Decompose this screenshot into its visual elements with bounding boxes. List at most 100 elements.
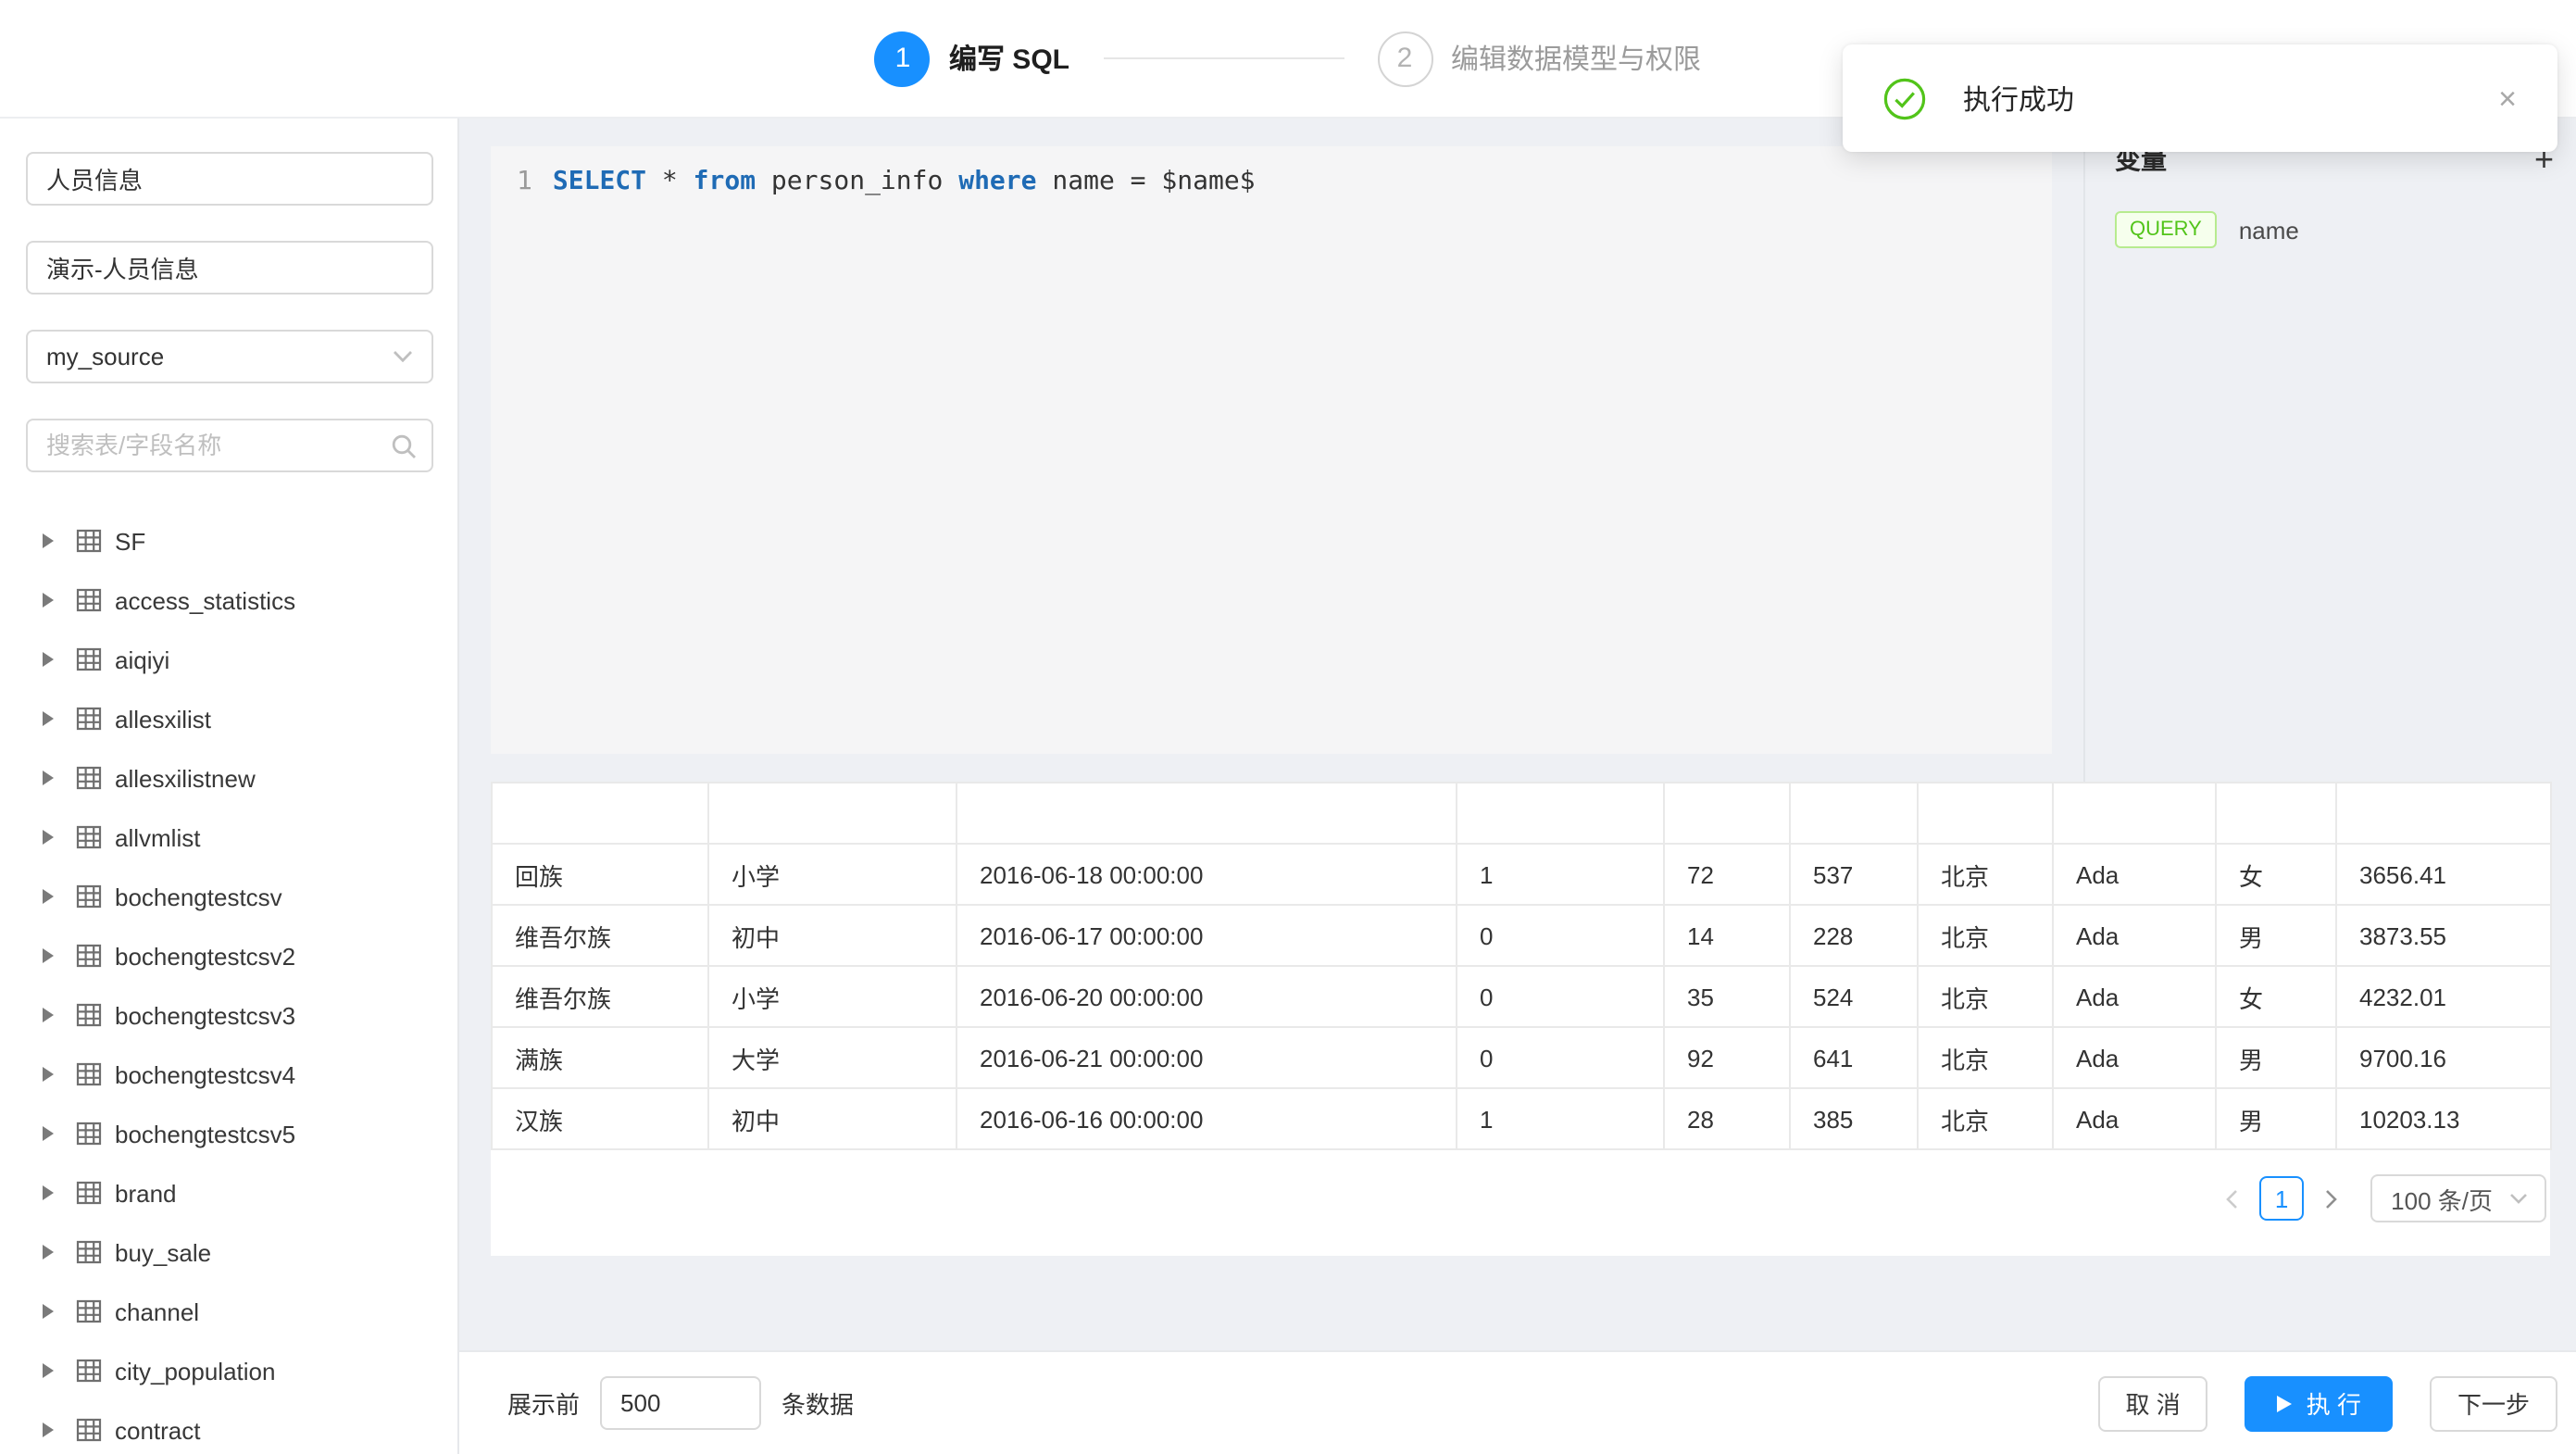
table-tree-item[interactable]: aiqiyi <box>26 630 431 689</box>
chevron-down-icon <box>2509 1193 2528 1204</box>
cell-name: Ada <box>2053 905 2216 966</box>
execute-button[interactable]: 执 行 <box>2245 1375 2393 1431</box>
cell-age: 14 <box>1664 905 1790 966</box>
table-tree: SF access_statistics aiqiyi <box>26 511 431 1454</box>
table-row[interactable]: 维吾尔族 小学 2016-06-20 00:00:00 0 35 524 北京 … <box>492 966 2551 1027</box>
table-icon <box>76 1358 102 1384</box>
next-step-button[interactable]: 下一步 <box>2430 1375 2557 1431</box>
table-row[interactable]: 满族 大学 2016-06-21 00:00:00 0 92 641 北京 Ad… <box>492 1027 2551 1088</box>
main-area: 1 SELECT * from person_info where name =… <box>459 119 2576 1454</box>
cell-sex: 男 <box>2216 905 2336 966</box>
table-tree-item[interactable]: bochengtestcsv5 <box>26 1104 431 1163</box>
table-tree-item[interactable]: access_statistics <box>26 570 431 630</box>
cell-nation: 满族 <box>492 1027 708 1088</box>
cell-salary: 3873.55 <box>2336 905 2551 966</box>
cell-sex: 男 <box>2216 1027 2336 1088</box>
table-tree-item[interactable]: bochengtestcsv <box>26 867 431 926</box>
model-name-input[interactable] <box>26 152 433 206</box>
caret-right-icon[interactable] <box>43 948 54 963</box>
caret-right-icon[interactable] <box>43 830 54 845</box>
page-size-select[interactable]: 100 条/页 <box>2370 1174 2546 1222</box>
toast-message: 执行成功 <box>1963 79 2498 118</box>
current-page[interactable]: 1 <box>2259 1176 2304 1221</box>
toast-close-button[interactable]: × <box>2498 82 2517 114</box>
cell-city: 北京 <box>1918 844 2053 905</box>
table-tree-item[interactable]: allesxilist <box>26 689 431 748</box>
datasource-select[interactable]: my_source <box>26 330 433 383</box>
table-name: bochengtestcsv2 <box>115 942 295 970</box>
column-header[interactable] <box>2053 783 2216 844</box>
table-row[interactable]: 汉族 初中 2016-06-16 00:00:00 1 28 385 北京 Ad… <box>492 1088 2551 1149</box>
step-1-label: 编写 SQL <box>949 39 1069 78</box>
table-tree-item[interactable]: bochengtestcsv2 <box>26 926 431 985</box>
sql-editor[interactable]: 1 SELECT * from person_info where name =… <box>491 146 2052 754</box>
cancel-button[interactable]: 取 消 <box>2097 1375 2207 1431</box>
caret-right-icon[interactable] <box>43 771 54 785</box>
table-tree-item[interactable]: SF <box>26 511 431 570</box>
table-tree-item[interactable]: contract <box>26 1400 431 1454</box>
row-limit-input[interactable] <box>600 1376 761 1430</box>
sql-text: name = $name$ <box>1037 167 1256 196</box>
next-page-button[interactable] <box>2315 1176 2348 1221</box>
caret-right-icon[interactable] <box>43 1067 54 1082</box>
cell-married: 1 <box>1457 844 1664 905</box>
results-table: 回族 小学 2016-06-18 00:00:00 1 72 537 北京 Ad… <box>491 782 2552 1150</box>
table-name: bochengtestcsv <box>115 883 282 910</box>
caret-right-icon[interactable] <box>43 711 54 726</box>
chevron-right-icon <box>2324 1188 2339 1209</box>
cell-id: 524 <box>1790 966 1918 1027</box>
step-2-number: 2 <box>1377 31 1432 86</box>
check-circle-icon <box>1883 77 1926 119</box>
chevron-down-icon <box>393 350 413 363</box>
table-tree-item[interactable]: city_population <box>26 1341 431 1400</box>
cell-id: 641 <box>1790 1027 1918 1088</box>
caret-right-icon[interactable] <box>43 652 54 667</box>
step-2-edit-model[interactable]: 2 编辑数据模型与权限 <box>1377 31 1701 86</box>
cell-nation: 汉族 <box>492 1088 708 1149</box>
model-display-name-input[interactable] <box>26 241 433 295</box>
column-header[interactable] <box>1664 783 1790 844</box>
table-tree-item[interactable]: brand <box>26 1163 431 1222</box>
caret-right-icon[interactable] <box>43 1185 54 1200</box>
column-header[interactable] <box>2336 783 2551 844</box>
caret-right-icon[interactable] <box>43 533 54 548</box>
caret-right-icon[interactable] <box>43 1423 54 1437</box>
cell-name: Ada <box>2053 844 2216 905</box>
cell-age: 92 <box>1664 1027 1790 1088</box>
column-header[interactable] <box>2216 783 2336 844</box>
table-tree-item[interactable]: allesxilistnew <box>26 748 431 808</box>
cell-birthday: 2016-06-18 00:00:00 <box>957 844 1457 905</box>
caret-right-icon[interactable] <box>43 1008 54 1022</box>
caret-right-icon[interactable] <box>43 1363 54 1378</box>
caret-right-icon[interactable] <box>43 1304 54 1319</box>
cell-birthday: 2016-06-20 00:00:00 <box>957 966 1457 1027</box>
caret-right-icon[interactable] <box>43 1126 54 1141</box>
cell-age: 35 <box>1664 966 1790 1027</box>
column-header[interactable] <box>492 783 708 844</box>
table-icon <box>76 646 102 672</box>
caret-right-icon[interactable] <box>43 593 54 608</box>
table-tree-item[interactable]: allvmlist <box>26 808 431 867</box>
table-tree-item[interactable]: buy_sale <box>26 1222 431 1282</box>
table-row[interactable]: 回族 小学 2016-06-18 00:00:00 1 72 537 北京 Ad… <box>492 844 2551 905</box>
prev-page-button[interactable] <box>2215 1176 2248 1221</box>
table-row[interactable]: 维吾尔族 初中 2016-06-17 00:00:00 0 14 228 北京 … <box>492 905 2551 966</box>
line-number: 1 <box>517 165 532 200</box>
column-header[interactable] <box>957 783 1457 844</box>
table-icon <box>76 1417 102 1443</box>
step-1-write-sql[interactable]: 1 编写 SQL <box>875 31 1069 86</box>
variable-item[interactable]: QUERY name <box>2115 211 2554 249</box>
table-tree-item[interactable]: bochengtestcsv4 <box>26 1045 431 1104</box>
caret-right-icon[interactable] <box>43 1245 54 1260</box>
table-tree-item[interactable]: channel <box>26 1282 431 1341</box>
column-header[interactable] <box>708 783 957 844</box>
column-header[interactable] <box>1918 783 2053 844</box>
table-name: buy_sale <box>115 1238 211 1266</box>
caret-right-icon[interactable] <box>43 889 54 904</box>
column-header[interactable] <box>1790 783 1918 844</box>
table-name: contract <box>115 1416 201 1444</box>
search-input[interactable] <box>26 419 433 472</box>
cell-nation: 回族 <box>492 844 708 905</box>
column-header[interactable] <box>1457 783 1664 844</box>
table-tree-item[interactable]: bochengtestcsv3 <box>26 985 431 1045</box>
